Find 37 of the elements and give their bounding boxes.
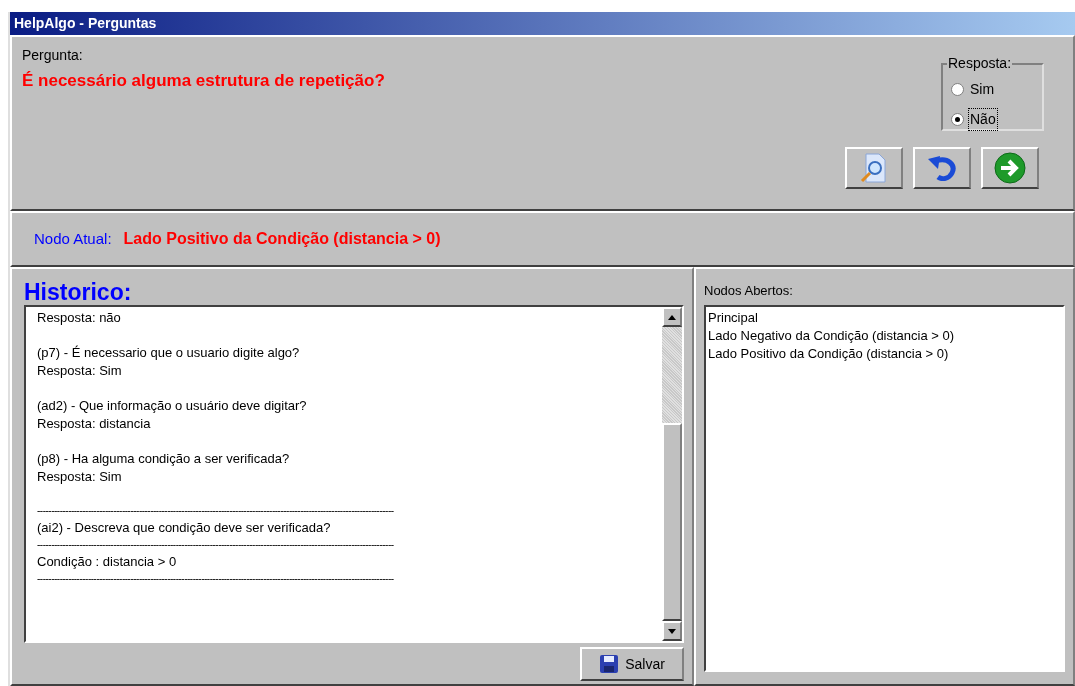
dashed-separator: ------------------------------------------------------------------------------------------------------------------------------ (37, 572, 394, 586)
history-line: (ai2) - Descreva que condição deve ser verificada? (37, 519, 331, 537)
history-line: Resposta: Sim (37, 468, 122, 486)
vertical-scrollbar[interactable] (662, 307, 682, 641)
question-label: Pergunta: (22, 46, 84, 65)
down-triangle-icon (668, 628, 676, 634)
answer-legend: Resposta: (947, 53, 1013, 74)
scroll-down-button[interactable] (662, 621, 682, 641)
current-node-label: Nodo Atual: (34, 228, 112, 249)
history-line: (p7) - É necessario que o usuario digite algo? (37, 344, 300, 362)
window-title: HelpAlgo - Perguntas (10, 12, 1075, 35)
history-line: Resposta: Sim (37, 362, 122, 380)
dashed-separator: ------------------------------------------------------------------------------------------------------------------------------ (37, 538, 394, 552)
history-line: (ad2) - Que informação o usuário deve digitar? (37, 397, 307, 415)
next-button[interactable] (981, 147, 1039, 189)
undo-arrow-icon (926, 155, 958, 181)
open-node-item[interactable]: Lado Negativo da Condição (distancia > 0) (708, 326, 955, 345)
search-document-button[interactable] (845, 147, 903, 189)
radio-option[interactable]: Não (951, 104, 1034, 134)
undo-button[interactable] (913, 147, 971, 189)
history-line: Condição : distancia > 0 (37, 553, 177, 571)
scroll-up-button[interactable] (662, 307, 682, 327)
open-node-item[interactable]: Principal (708, 308, 758, 327)
history-line: (p8) - Ha alguma condição a ser verificada? (37, 450, 290, 468)
history-line: Resposta: distancia (37, 415, 151, 433)
history-title: Historico: (24, 279, 133, 305)
current-node-value: Lado Positivo da Condição (distancia > 0) (123, 229, 441, 249)
open-node-item[interactable]: Lado Positivo da Condição (distancia > 0) (708, 344, 949, 363)
history-line: Resposta: não (37, 309, 121, 327)
save-button[interactable]: Salvar (580, 647, 684, 681)
scroll-thumb[interactable] (662, 423, 682, 621)
magnifier-document-icon (860, 153, 888, 183)
radio-option[interactable]: Sim (951, 74, 1034, 104)
dashed-separator: ------------------------------------------------------------------------------------------------------------------------------ (37, 504, 394, 518)
open-nodes-label: Nodos Abertos: (704, 282, 794, 300)
question-text: É necessário alguma estrutura de repetição? (22, 70, 386, 92)
up-triangle-icon (668, 314, 676, 320)
